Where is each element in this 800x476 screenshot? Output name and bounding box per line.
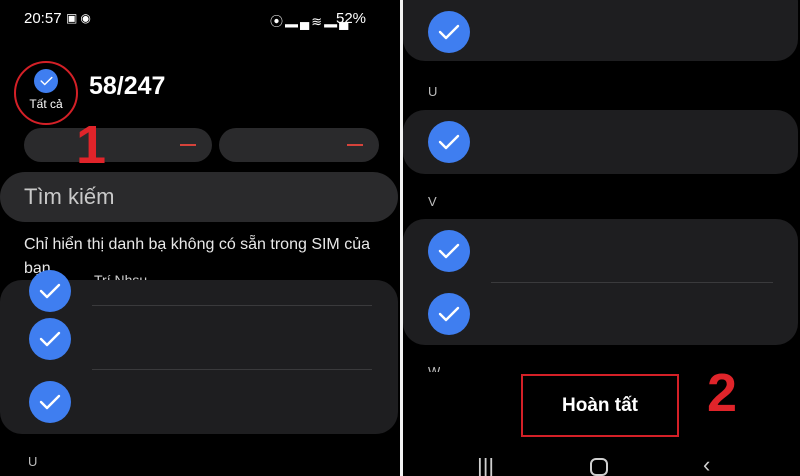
done-button[interactable]: Hoàn tất (521, 374, 679, 437)
hotspot-icon: ⦿ (270, 14, 286, 29)
contact-checkbox[interactable] (29, 270, 71, 312)
minus-icon (180, 144, 196, 146)
row-divider (92, 369, 372, 370)
filter-pill-2[interactable] (219, 128, 379, 162)
notification-icons: ▣◉ (66, 11, 94, 25)
annotation-number-2: 2 (707, 363, 738, 423)
home-icon[interactable] (590, 458, 608, 476)
status-time: 20:57 (24, 10, 62, 27)
checkmark-icon (438, 134, 460, 150)
contact-checkbox[interactable] (428, 11, 470, 53)
back-icon[interactable]: ‹ (703, 452, 710, 476)
contact-list-card: Trí Nhsu (0, 270, 398, 434)
checkmark-icon (438, 24, 460, 40)
signal-icon: ▂▄ (285, 14, 312, 29)
right-screen: U V W Hoàn tất 2 ||| ‹ (403, 0, 800, 476)
annotation-number-1: 1 (76, 115, 107, 175)
recent-apps-icon[interactable]: ||| (477, 454, 494, 476)
checkmark-icon (40, 76, 53, 86)
section-letter: W (428, 364, 441, 372)
contact-checkbox[interactable] (428, 121, 470, 163)
sim-info-text: Chỉ hiển thị danh bạ không có sẵn trong … (24, 236, 370, 277)
minus-icon (347, 144, 363, 146)
row-divider (491, 282, 773, 283)
filter-pill-1[interactable] (24, 128, 212, 162)
contact-checkbox[interactable] (29, 381, 71, 423)
contact-checkbox[interactable] (428, 230, 470, 272)
image-icon: ▣ (66, 11, 81, 25)
wifi-icon: ≋ (311, 14, 325, 29)
contact-name: Trí Nhsu (94, 272, 148, 280)
checkmark-icon (39, 283, 61, 299)
search-placeholder: Tìm kiếm (24, 184, 115, 209)
checkmark-icon (438, 243, 460, 259)
row-divider (92, 305, 372, 306)
select-all-checkbox[interactable] (34, 69, 58, 93)
contact-checkbox[interactable] (428, 293, 470, 335)
checkmark-icon (438, 306, 460, 322)
contact-checkbox[interactable] (29, 318, 71, 360)
section-letter: V (428, 194, 437, 209)
contact-list-card (403, 0, 798, 61)
section-letter: U (28, 454, 38, 469)
selected-count: 58/247 (89, 72, 166, 100)
messenger-icon: ◉ (80, 11, 94, 25)
search-bar[interactable]: Tìm kiếm (0, 172, 398, 222)
checkmark-icon (39, 394, 61, 410)
contact-list-card (403, 110, 798, 174)
left-screen: 20:57 ▣◉ ⦿▂▄≋▂▄ 52% Tất cả 58/247 1 Tìm … (0, 0, 400, 476)
battery-level: 52% (336, 10, 367, 27)
select-all-label[interactable]: Tất cả (14, 97, 78, 111)
section-letter: U (428, 84, 438, 99)
checkmark-icon (39, 331, 61, 347)
contact-list-card (403, 219, 798, 345)
